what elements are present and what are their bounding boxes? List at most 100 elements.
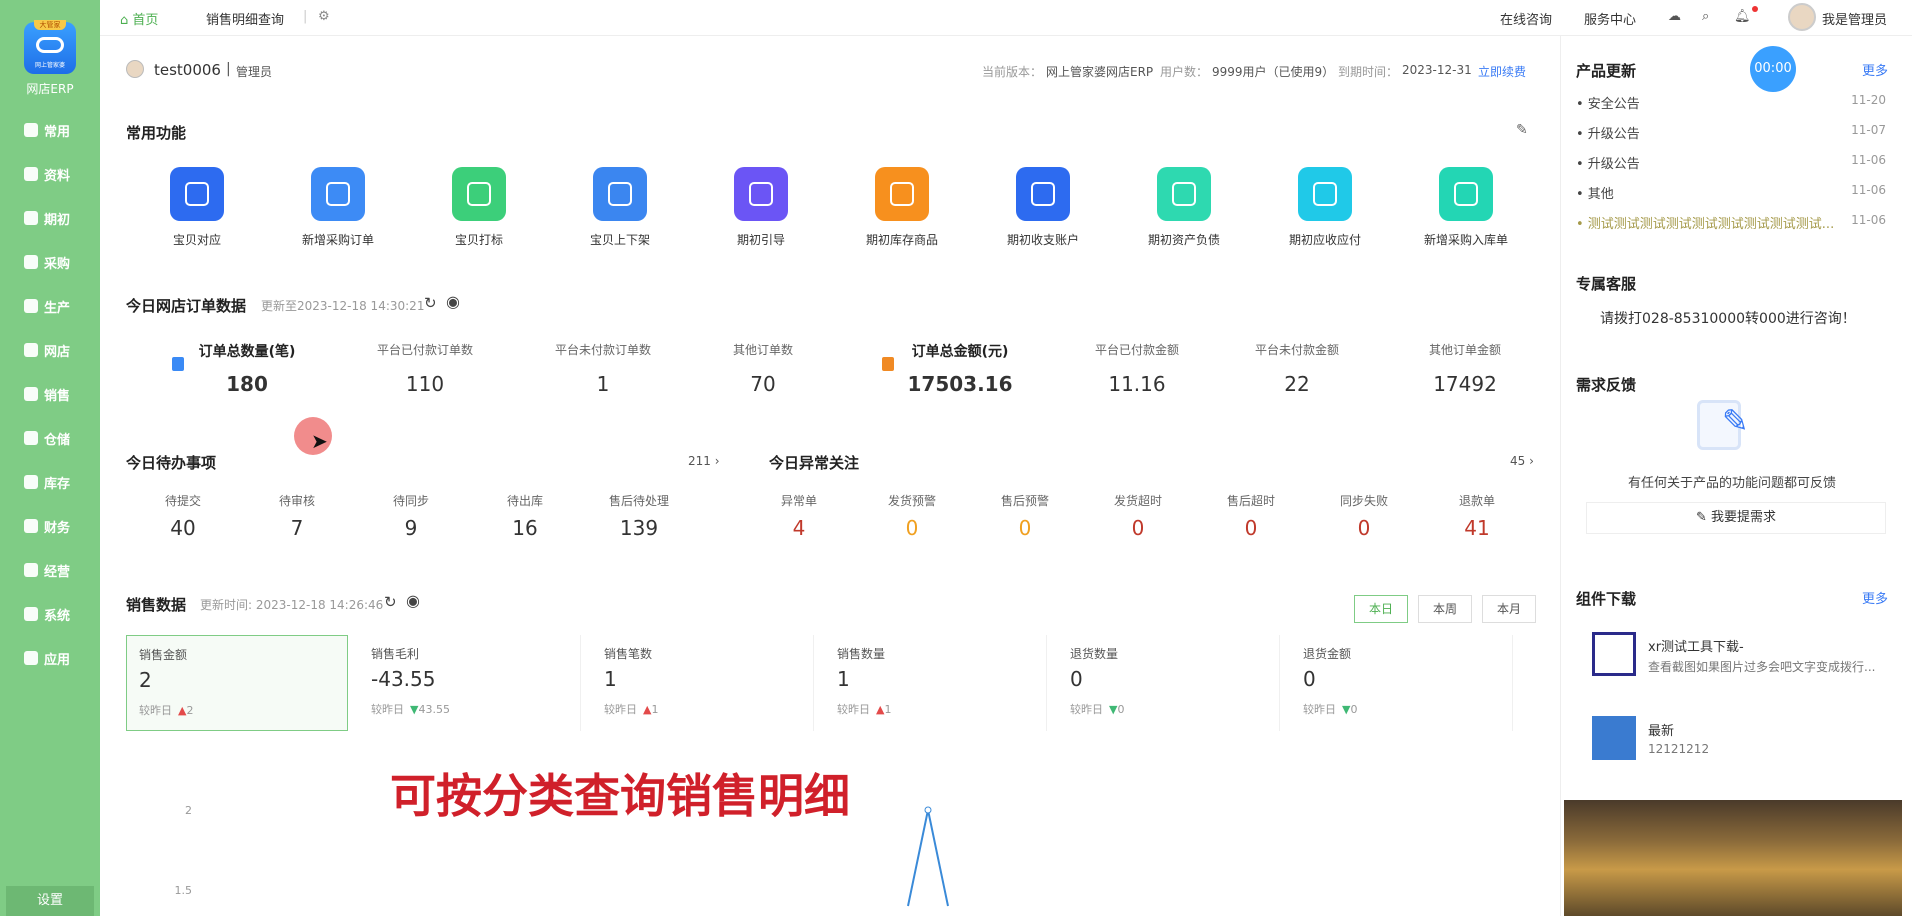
service-center-link[interactable]: 服务中心 xyxy=(1584,9,1636,28)
sidebar-item[interactable]: 应用 xyxy=(24,647,94,669)
search-icon[interactable]: ⌕ xyxy=(1702,9,1709,24)
sidebar-item[interactable]: 生产 xyxy=(24,295,94,317)
order-stat-label: 平台未付款金额 xyxy=(1254,343,1339,357)
settings-button[interactable]: 设置 xyxy=(6,886,94,916)
sales-metric-box[interactable]: 退货金额 0 较昨日 ▼0 xyxy=(1291,635,1513,731)
tab-sales-detail[interactable]: 销售明细查询 xyxy=(206,9,284,28)
function-shortcut[interactable]: 宝贝打标 xyxy=(419,167,539,248)
update-item[interactable]: • 升级公告 11-07 xyxy=(1576,123,1886,142)
compare-label: 较昨日 xyxy=(604,703,637,716)
update-item[interactable]: • 测试测试测试测试测试测试测试测试测试... 11-06 xyxy=(1576,213,1886,232)
function-label: 期初库存商品 xyxy=(865,233,938,247)
nav-icon xyxy=(24,431,38,445)
function-shortcut[interactable]: 期初引导 xyxy=(701,167,821,248)
sales-refresh-icon[interactable]: ↻ xyxy=(384,593,397,611)
order-data-title: 今日网店订单数据 xyxy=(126,297,247,315)
todo-more[interactable]: 211 › xyxy=(688,454,720,468)
function-label: 宝贝打标 xyxy=(454,233,503,247)
download-more-link[interactable]: 更多 xyxy=(1862,588,1888,607)
product-updates-title: 产品更新 xyxy=(1576,62,1637,80)
abnormal-value[interactable]: 41 xyxy=(1402,516,1552,540)
function-label: 宝贝上下架 xyxy=(589,233,650,247)
sales-title: 销售数据 xyxy=(126,596,187,614)
feedback-button[interactable]: ✎ 我要提需求 xyxy=(1586,502,1886,534)
sidebar-item[interactable]: 资料 xyxy=(24,163,94,185)
tab-home[interactable]: ⌂ 首页 xyxy=(120,9,158,28)
timer-badge[interactable]: 00:00 xyxy=(1750,46,1796,92)
order-stat-label: 平台已付款金额 xyxy=(1094,343,1179,357)
function-label: 期初引导 xyxy=(736,233,785,247)
sales-metric-box[interactable]: 销售笔数 1 较昨日 ▲1 xyxy=(592,635,814,731)
download-desc: 12121212 xyxy=(1648,742,1710,756)
cloud-download-icon[interactable]: ☁ xyxy=(1668,9,1681,24)
edit-icon[interactable]: ✎ xyxy=(1516,122,1528,138)
function-shortcut[interactable]: 新增采购入库单 xyxy=(1406,167,1526,248)
sidebar-item-label: 资料 xyxy=(44,168,71,184)
sales-metric-box[interactable]: 销售毛利 -43.55 较昨日 ▼43.55 xyxy=(359,635,581,731)
data-point[interactable] xyxy=(924,806,932,814)
sidebar-item-label: 应用 xyxy=(44,652,71,668)
function-glyph xyxy=(185,182,209,206)
download-thumbnail[interactable] xyxy=(1592,716,1636,760)
period-button[interactable]: 本月 xyxy=(1482,595,1536,623)
refresh-icon[interactable]: ↻ xyxy=(424,294,437,312)
function-shortcut[interactable]: 期初应收应付 xyxy=(1265,167,1385,248)
todo-value[interactable]: 139 xyxy=(564,516,714,540)
order-stat-value: 1 xyxy=(596,372,610,396)
period-button[interactable]: 本周 xyxy=(1418,595,1472,623)
sales-metric-box[interactable]: 销售数量 1 较昨日 ▲1 xyxy=(825,635,1047,731)
order-stat-label: 订单总金额(元) xyxy=(911,344,1009,360)
function-shortcut[interactable]: 期初资产负债 xyxy=(1124,167,1244,248)
function-shortcut[interactable]: 宝贝上下架 xyxy=(560,167,680,248)
updates-more-link[interactable]: 更多 xyxy=(1862,60,1888,79)
nav-icon xyxy=(24,211,38,225)
function-icon xyxy=(1157,167,1211,221)
download-name[interactable]: 最新 xyxy=(1648,720,1674,739)
update-item[interactable]: • 安全公告 11-20 xyxy=(1576,93,1886,112)
sidebar-item[interactable]: 采购 xyxy=(24,251,94,273)
compare-delta: 2 xyxy=(186,704,194,717)
sidebar-item[interactable]: 期初 xyxy=(24,207,94,229)
online-consult-link[interactable]: 在线咨询 xyxy=(1500,9,1552,28)
landscape-banner[interactable] xyxy=(1564,800,1902,916)
bell-icon[interactable]: 🔔︎ xyxy=(1734,9,1751,24)
sales-metric-label: 销售金额 xyxy=(139,648,188,662)
download-thumbnail[interactable] xyxy=(1592,632,1636,676)
period-button[interactable]: 本日 xyxy=(1354,595,1408,623)
sidebar-item[interactable]: 仓储 xyxy=(24,427,94,449)
sidebar-item[interactable]: 系统 xyxy=(24,603,94,625)
download-name[interactable]: xr测试工具下载- xyxy=(1648,636,1744,655)
update-label: • 测试测试测试测试测试测试测试测试测试... xyxy=(1576,217,1835,232)
cursor-icon: ➤ xyxy=(311,429,328,453)
update-item[interactable]: • 其他 11-06 xyxy=(1576,183,1886,202)
sidebar-item[interactable]: 常用 xyxy=(24,119,94,141)
abnormal-count: 45 xyxy=(1510,454,1526,468)
function-shortcut[interactable]: 宝贝对应 xyxy=(137,167,257,248)
user-name[interactable]: 我是管理员 xyxy=(1822,9,1887,28)
sales-metric-box[interactable]: 销售金额 2 较昨日 ▲2 xyxy=(126,635,348,731)
sales-eye-icon[interactable]: ◉ xyxy=(406,591,420,610)
update-date: 11-20 xyxy=(1851,93,1886,107)
compare-label: 较昨日 xyxy=(1070,703,1103,716)
sidebar-item[interactable]: 经营 xyxy=(24,559,94,581)
feedback-text: 有任何关于产品的功能问题都可反馈 xyxy=(1628,476,1837,491)
function-icon xyxy=(1439,167,1493,221)
eye-icon[interactable]: ◉ xyxy=(446,292,460,311)
update-item[interactable]: • 升级公告 11-06 xyxy=(1576,153,1886,172)
function-glyph xyxy=(608,182,632,206)
function-shortcut[interactable]: 新增采购订单 xyxy=(278,167,398,248)
app-logo[interactable]: 大管家 网上管家婆 xyxy=(24,20,76,74)
function-shortcut[interactable]: 期初库存商品 xyxy=(842,167,962,248)
avatar[interactable] xyxy=(1788,3,1816,31)
sidebar-item[interactable]: 库存 xyxy=(24,471,94,493)
sidebar-item[interactable]: 网店 xyxy=(24,339,94,361)
abnormal-more[interactable]: 45 › xyxy=(1510,454,1534,468)
renew-link[interactable]: 立即续费 xyxy=(1478,63,1526,80)
gear-icon[interactable]: ⚙ xyxy=(318,9,330,24)
sales-metric-box[interactable]: 退货数量 0 较昨日 ▼0 xyxy=(1058,635,1280,731)
sidebar-item[interactable]: 销售 xyxy=(24,383,94,405)
function-label: 新增采购入库单 xyxy=(1423,233,1508,247)
function-shortcut[interactable]: 期初收支账户 xyxy=(983,167,1103,248)
compare-delta: 43.55 xyxy=(418,703,450,716)
sidebar-item[interactable]: 财务 xyxy=(24,515,94,537)
